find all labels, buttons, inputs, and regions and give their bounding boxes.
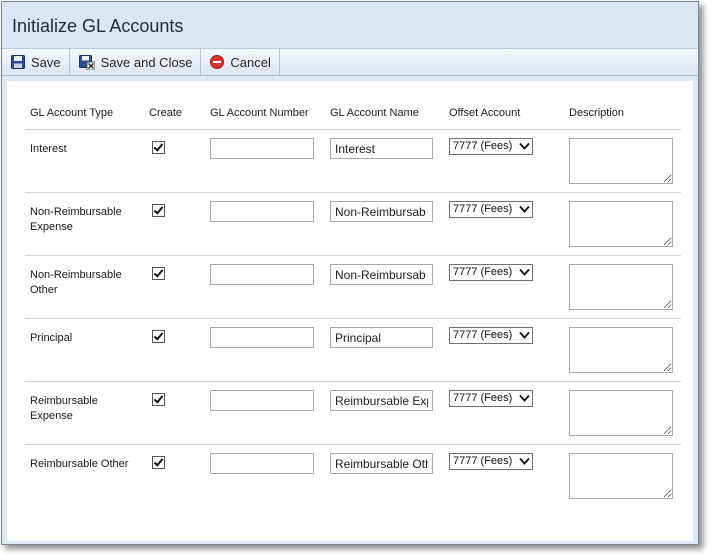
- table-row: Interest 7777 (Fees): [7, 130, 693, 193]
- chevron-down-icon: [519, 142, 530, 150]
- description-textarea[interactable]: [569, 327, 673, 373]
- chevron-down-icon: [519, 205, 530, 213]
- offset-account-value: 7777 (Fees): [453, 455, 513, 467]
- create-checkbox[interactable]: [152, 330, 165, 343]
- create-checkbox[interactable]: [152, 393, 165, 406]
- offset-account-value: 7777 (Fees): [453, 266, 513, 278]
- save-close-icon: [78, 54, 95, 70]
- floppy-disk-icon: [11, 55, 25, 69]
- save-button[interactable]: Save: [2, 49, 70, 75]
- offset-account-select[interactable]: 7777 (Fees): [449, 201, 533, 218]
- description-textarea[interactable]: [569, 138, 673, 184]
- description-textarea[interactable]: [569, 201, 673, 247]
- create-checkbox[interactable]: [152, 204, 165, 217]
- gl-accounts-table: GL Account Type Create GL Account Number…: [7, 81, 693, 541]
- offset-account-select[interactable]: 7777 (Fees): [449, 138, 533, 155]
- offset-account-select[interactable]: 7777 (Fees): [449, 327, 533, 344]
- table-row: Reimbursable Other 7777 (Fees): [7, 445, 693, 508]
- gl-account-type: Reimbursable Expense: [30, 395, 98, 422]
- gl-account-number-input[interactable]: [210, 390, 314, 411]
- save-and-close-button[interactable]: Save and Close: [70, 49, 202, 75]
- gl-account-number-input[interactable]: [210, 264, 314, 285]
- gl-account-name-input[interactable]: [330, 327, 433, 348]
- gl-account-type: Non-Reimbursable Expense: [30, 206, 122, 233]
- header-offset-account: Offset Account: [449, 107, 521, 119]
- initialize-gl-accounts-dialog: Initialize GL Accounts Save Save and Clo…: [1, 1, 699, 545]
- chevron-down-icon: [519, 394, 530, 402]
- gl-account-number-input[interactable]: [210, 453, 314, 474]
- table-row: Principal 7777 (Fees): [7, 319, 693, 382]
- gl-account-type: Interest: [30, 143, 67, 155]
- chevron-down-icon: [519, 331, 530, 339]
- gl-account-name-input[interactable]: [330, 390, 433, 411]
- gl-account-number-input[interactable]: [210, 327, 314, 348]
- offset-account-select[interactable]: 7777 (Fees): [449, 390, 533, 407]
- save-label: Save: [31, 54, 61, 70]
- gl-account-type: Principal: [30, 332, 73, 344]
- header-description: Description: [569, 107, 625, 119]
- save-and-close-label: Save and Close: [100, 54, 193, 70]
- gl-account-name-input[interactable]: [330, 138, 433, 159]
- create-checkbox[interactable]: [152, 141, 165, 154]
- offset-account-value: 7777 (Fees): [453, 329, 513, 341]
- gl-account-type: Reimbursable Other: [30, 458, 129, 470]
- description-textarea[interactable]: [569, 390, 673, 436]
- description-textarea[interactable]: [569, 264, 673, 310]
- create-checkbox[interactable]: [152, 456, 165, 469]
- chevron-down-icon: [519, 268, 530, 276]
- toolbar: Save Save and Close Cancel: [2, 49, 698, 76]
- offset-account-value: 7777 (Fees): [453, 392, 513, 404]
- gl-account-number-input[interactable]: [210, 138, 314, 159]
- table-row: Non-Reimbursable Other 7777 (Fees): [7, 256, 693, 319]
- dialog-title: Initialize GL Accounts: [12, 16, 184, 36]
- offset-account-value: 7777 (Fees): [453, 203, 513, 215]
- gl-account-name-input[interactable]: [330, 453, 433, 474]
- offset-account-select[interactable]: 7777 (Fees): [449, 264, 533, 281]
- offset-account-value: 7777 (Fees): [453, 140, 513, 152]
- title-bar: Initialize GL Accounts: [2, 2, 698, 49]
- table-row: Non-Reimbursable Expense 7777 (Fees): [7, 193, 693, 256]
- gl-account-name-input[interactable]: [330, 201, 433, 222]
- chevron-down-icon: [519, 457, 530, 465]
- cancel-icon: [210, 55, 225, 69]
- header-create: Create: [149, 107, 183, 119]
- cancel-label: Cancel: [230, 54, 271, 70]
- cancel-button[interactable]: Cancel: [201, 49, 280, 75]
- gl-account-name-input[interactable]: [330, 264, 433, 285]
- gl-account-type: Non-Reimbursable Other: [30, 269, 122, 296]
- description-textarea[interactable]: [569, 453, 673, 499]
- header-gl-account-name: GL Account Name: [330, 107, 419, 119]
- gl-account-number-input[interactable]: [210, 201, 314, 222]
- header-gl-account-type: GL Account Type: [30, 107, 114, 119]
- offset-account-select[interactable]: 7777 (Fees): [449, 453, 533, 470]
- create-checkbox[interactable]: [152, 267, 165, 280]
- table-row: Reimbursable Expense 7777 (Fees): [7, 382, 693, 445]
- header-gl-account-number: GL Account Number: [210, 107, 309, 119]
